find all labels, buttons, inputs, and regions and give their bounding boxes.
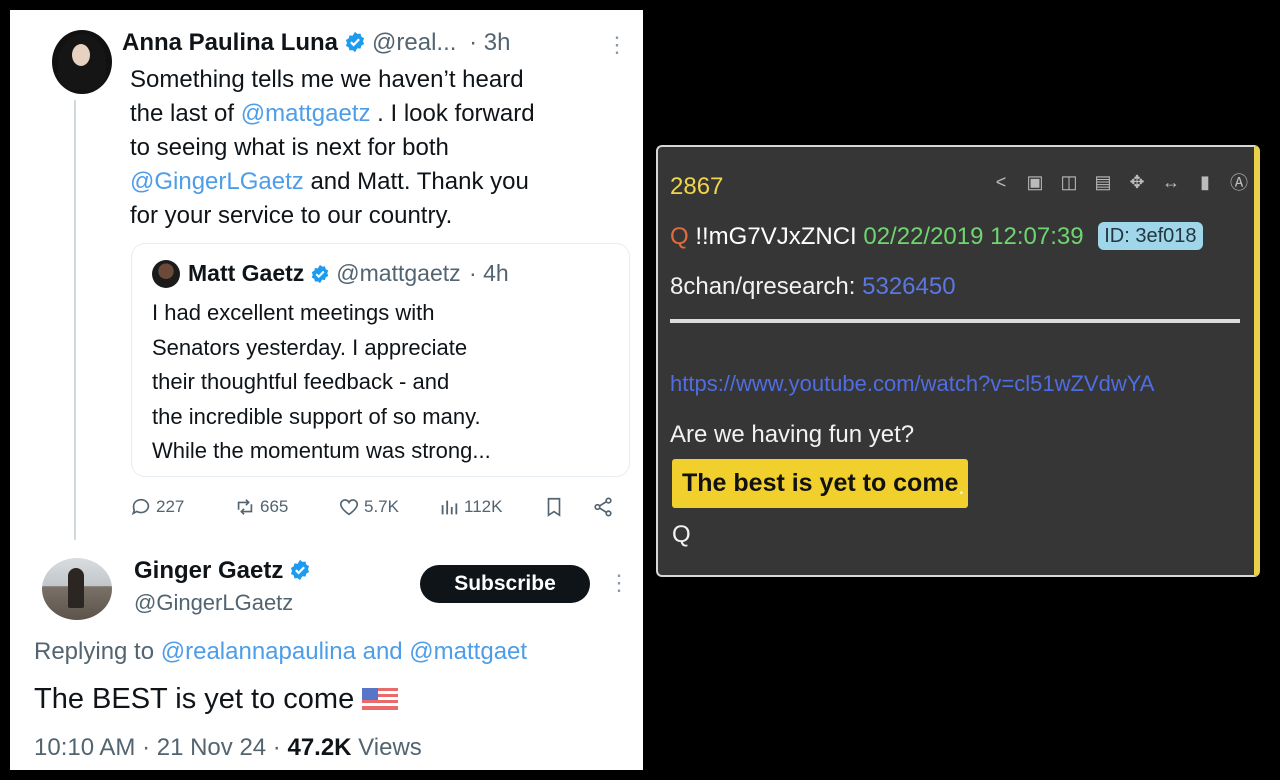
ginger-avatar[interactable] bbox=[42, 558, 112, 620]
quoted-tweet-card[interactable]: Matt Gaetz @mattgaetz · 4h I had excellen… bbox=[131, 243, 630, 477]
reply-views-label: Views bbox=[351, 734, 422, 761]
poster-id-badge[interactable]: ID: 3ef018 bbox=[1098, 222, 1203, 250]
tweet-line-4-post: and Matt. Thank you bbox=[303, 168, 529, 195]
bookmark-button[interactable] bbox=[543, 496, 565, 518]
tweet-line-3: to seeing what is next for both bbox=[130, 134, 449, 161]
repost-icon bbox=[237, 499, 253, 515]
tweet-line-2: the last of @mattgaetz . I look forward bbox=[130, 97, 635, 131]
post-toolbar: < ▣ ◫ ▤ ✥ ↔ ▮ Ⓐ bbox=[988, 169, 1252, 195]
anna-avatar[interactable] bbox=[52, 30, 112, 94]
post-datetime: 02/22/2019 12:07:39 bbox=[863, 223, 1084, 250]
move-icon[interactable]: ✥ bbox=[1124, 169, 1150, 195]
reply-count: 227 bbox=[156, 497, 185, 516]
tweet-time: · 3h bbox=[469, 29, 511, 56]
resize-icon[interactable]: ↔ bbox=[1158, 169, 1184, 195]
reply-text-content: The BEST is yet to come bbox=[34, 683, 355, 715]
post-meta: Q !!mG7VJxZNCI 02/22/2019 12:07:39 ID: 3… bbox=[670, 222, 1203, 251]
post-text-line: Are we having fun yet? bbox=[670, 421, 915, 448]
replying-prefix: Replying to bbox=[34, 638, 161, 665]
board-post-link[interactable]: 5326450 bbox=[862, 273, 955, 300]
tweet-text: Something tells me we haven’t heard the … bbox=[130, 63, 635, 233]
share-button[interactable] bbox=[592, 496, 614, 518]
reply-views-count: 47.2K bbox=[287, 734, 352, 761]
author-handle[interactable]: @real... bbox=[372, 29, 456, 56]
heart-icon bbox=[339, 499, 359, 516]
tweet-panel: Anna Paulina Luna @real... · 3h ⋮ Somethi… bbox=[10, 10, 643, 770]
subscribe-button[interactable]: Subscribe bbox=[420, 565, 590, 603]
quote-text: I had excellent meetings with Senators y… bbox=[152, 296, 622, 469]
author-name[interactable]: Anna Paulina Luna bbox=[122, 29, 338, 56]
anchor-icon[interactable]: Ⓐ bbox=[1226, 169, 1252, 195]
quote-avatar bbox=[152, 260, 180, 288]
period: . bbox=[958, 473, 965, 500]
tweet-line-1: Something tells me we haven’t heard bbox=[130, 66, 524, 93]
divider bbox=[670, 319, 1240, 323]
reply-author-name[interactable]: Ginger Gaetz bbox=[134, 557, 283, 584]
quote-line: their thoughtful feedback - and bbox=[152, 369, 450, 394]
quote-line: the incredible support of so many. bbox=[152, 403, 481, 429]
tweet-actions: 227 665 5.7K 112K bbox=[130, 496, 635, 526]
reply-button[interactable]: 227 bbox=[130, 496, 184, 518]
share-icon bbox=[594, 497, 612, 517]
post-signature: Q bbox=[672, 521, 691, 548]
document-icon[interactable]: ▤ bbox=[1090, 169, 1116, 195]
post-number: 2867 bbox=[670, 173, 724, 200]
board-name: 8chan/qresearch: bbox=[670, 273, 863, 300]
views-button[interactable]: 112K bbox=[438, 496, 502, 518]
like-button[interactable]: 5.7K bbox=[338, 496, 399, 518]
quote-author-name: Matt Gaetz bbox=[188, 260, 305, 286]
board-reference: 8chan/qresearch: 5326450 bbox=[670, 273, 956, 301]
quote-line: While the momentum was strong... bbox=[152, 438, 491, 463]
reply-timestamp: 10:10 AM · 21 Nov 24 · 47.2K Views bbox=[34, 734, 422, 762]
verified-badge-icon bbox=[312, 264, 329, 284]
battery-icon[interactable]: ▮ bbox=[1192, 169, 1218, 195]
tweet-line-2-post: . I look forward bbox=[370, 100, 535, 127]
like-count: 5.7K bbox=[364, 497, 399, 516]
quote-line: I had excellent meetings with bbox=[152, 300, 435, 325]
repost-count: 665 bbox=[260, 497, 289, 516]
replying-mentions[interactable]: @realannapaulina and @mattgaet bbox=[161, 638, 527, 665]
replying-to: Replying to @realannapaulina and @mattga… bbox=[34, 638, 527, 666]
tweet-line-4: @GingerLGaetz and Matt. Thank you bbox=[130, 165, 635, 199]
thread-line bbox=[74, 100, 76, 540]
views-icon bbox=[441, 500, 458, 515]
q-post-panel: 2867 < ▣ ◫ ▤ ✥ ↔ ▮ Ⓐ Q !!mG7VJxZNCI 02/2… bbox=[656, 145, 1260, 577]
more-options-icon[interactable]: ⋮ bbox=[608, 570, 630, 596]
views-count: 112K bbox=[464, 497, 503, 516]
reply-text: The BEST is yet to come bbox=[34, 683, 399, 716]
tweet-header: Anna Paulina Luna @real... · 3h bbox=[122, 29, 510, 57]
mention-gingerlgaetz[interactable]: @GingerLGaetz bbox=[130, 168, 304, 195]
bookmark-icon bbox=[547, 497, 561, 517]
share-icon[interactable]: < bbox=[988, 169, 1014, 195]
repost-button[interactable]: 665 bbox=[234, 496, 288, 518]
quote-time: · 4h bbox=[469, 260, 509, 286]
more-options-icon[interactable]: ⋮ bbox=[606, 32, 628, 58]
tweet-line-2-pre: the last of bbox=[130, 100, 241, 127]
clipboard-icon[interactable]: ▣ bbox=[1022, 169, 1048, 195]
quote-header: Matt Gaetz @mattgaetz · 4h bbox=[188, 260, 509, 287]
reply-icon bbox=[131, 498, 150, 516]
poster-name: Q bbox=[670, 223, 689, 250]
youtube-link[interactable]: https://www.youtube.com/watch?v=cl51wZVd… bbox=[670, 371, 1154, 397]
tweet-line-5: for your service to our country. bbox=[130, 202, 453, 229]
reply-time: 10:10 AM · 21 Nov 24 · bbox=[34, 734, 288, 761]
reply-author-header: Ginger Gaetz bbox=[134, 557, 311, 585]
vr-icon[interactable]: ◫ bbox=[1056, 169, 1082, 195]
mention-mattgaetz[interactable]: @mattgaetz bbox=[241, 100, 371, 127]
quote-author-handle: @mattgaetz bbox=[336, 260, 461, 286]
reply-author-handle[interactable]: @GingerLGaetz bbox=[134, 590, 293, 616]
verified-badge-icon bbox=[345, 31, 365, 53]
us-flag-icon bbox=[362, 688, 399, 710]
tripcode: !!mG7VJxZNCI bbox=[695, 223, 857, 250]
quote-line: Senators yesterday. I appreciate bbox=[152, 334, 468, 360]
verified-badge-icon bbox=[291, 559, 310, 581]
highlighted-text: The best is yet to come bbox=[672, 459, 969, 508]
